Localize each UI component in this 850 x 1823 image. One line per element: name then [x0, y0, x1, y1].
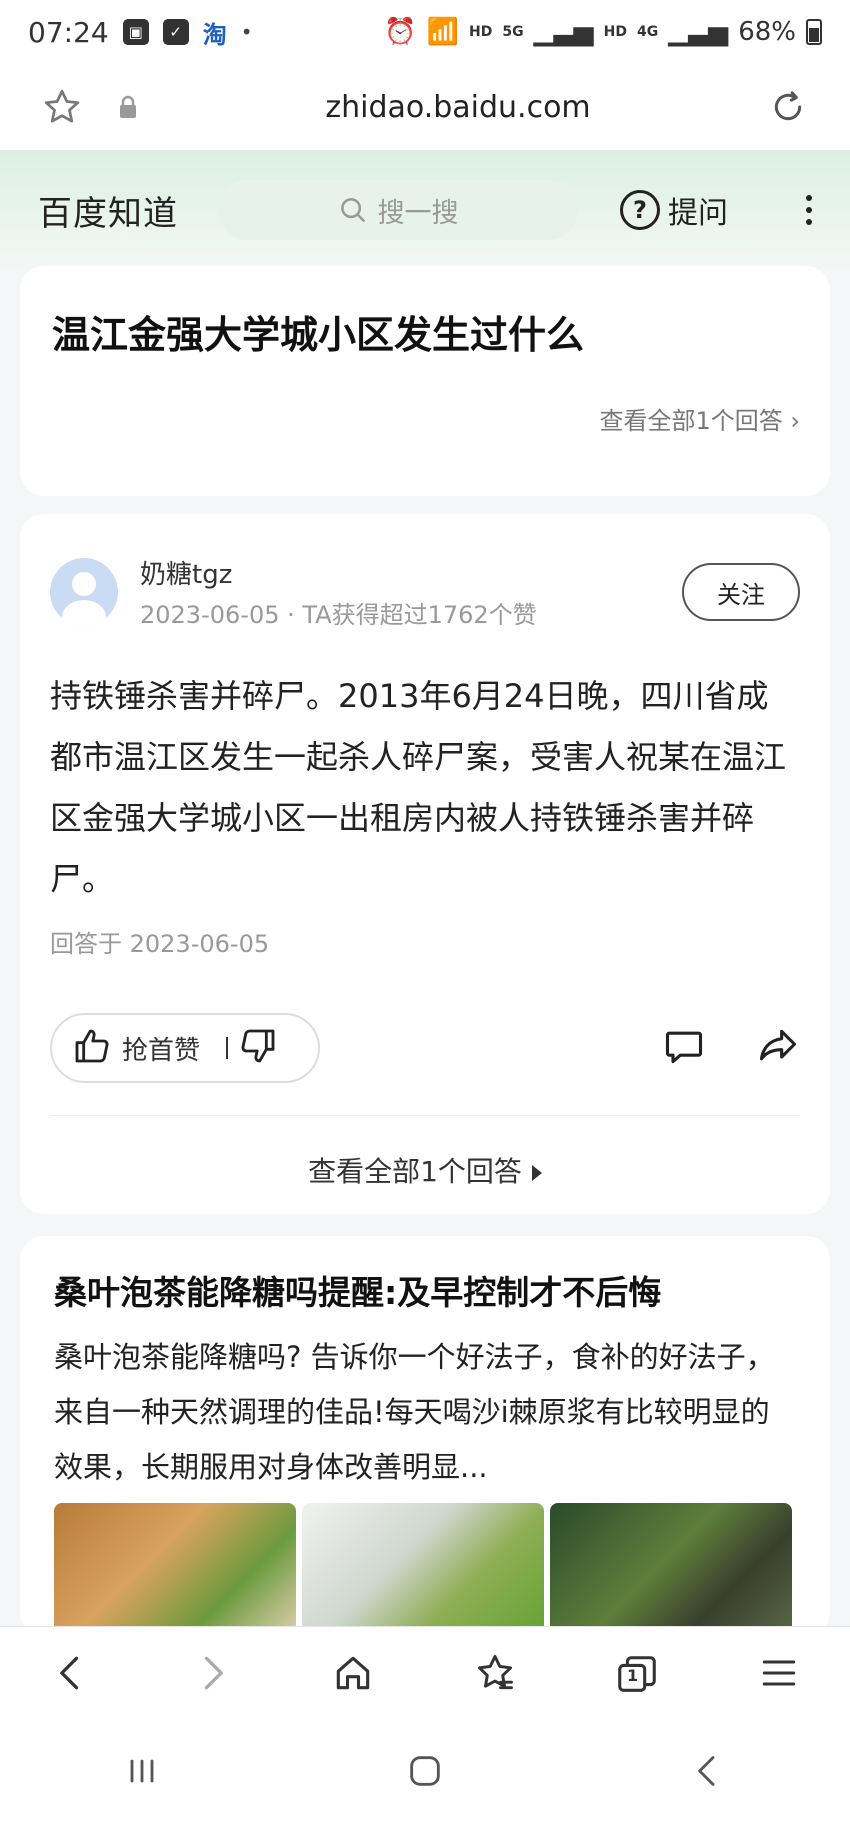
forward-button[interactable] [190, 1651, 234, 1699]
question-icon: ? [620, 190, 660, 230]
share-icon [759, 1029, 797, 1061]
battery-icon [806, 19, 822, 45]
view-all-label: 查看全部1个回答 [599, 407, 783, 435]
bookmark-star-button[interactable] [40, 85, 84, 129]
likes-note: TA获得超过1762个赞 [302, 601, 537, 629]
hd-label-1: HD [469, 24, 493, 40]
app-icon: ✓ [162, 19, 189, 45]
alarm-icon: ⏰ [384, 17, 417, 47]
thumbs-up-button[interactable] [72, 1026, 112, 1070]
ad-title[interactable]: 桑叶泡茶能降糖吗提醒:及早控制才不后悔 [54, 1266, 796, 1314]
author-name[interactable]: 奶糖tgz [140, 554, 537, 591]
avatar[interactable] [50, 558, 118, 626]
gallery-icon: ▣ [122, 19, 149, 45]
search-icon [340, 198, 365, 222]
back-button[interactable] [49, 1651, 93, 1699]
system-back-icon [698, 1755, 715, 1786]
star-icon [44, 89, 80, 123]
question-card: 温江金强大学城小区发生过什么 查看全部1个回答 › [20, 266, 830, 496]
back-arrow-icon [59, 1656, 78, 1689]
system-nav-bar [0, 1722, 850, 1823]
hd-label-2: HD [603, 24, 627, 40]
view-all-answers-button[interactable]: 查看全部1个回答 [50, 1150, 800, 1190]
wifi-icon: 📶 [426, 17, 460, 47]
thumbs-down-button[interactable] [238, 1026, 278, 1070]
menu-button[interactable] [757, 1651, 801, 1699]
signal-icon-2: ▁▃▅ [668, 17, 729, 47]
view-all-answers-label: 查看全部1个回答 [308, 1155, 522, 1188]
signal-icon-1: ▁▃▅ [533, 17, 594, 47]
status-right: ⏰ 📶 HD 5G ▁▃▅ HD 4G ▁▃▅ 68% [384, 17, 822, 47]
bookmarks-button[interactable] [473, 1651, 517, 1699]
forward-arrow-icon [204, 1656, 223, 1689]
thumbs-up-icon [75, 1029, 109, 1063]
ad-image-dried-leaves[interactable] [550, 1503, 792, 1636]
url-text[interactable]: zhidao.baidu.com [150, 90, 766, 125]
ad-image-teapot[interactable] [302, 1503, 544, 1636]
site-header: 百度知道 搜一搜 ? 提问 [0, 150, 850, 270]
site-logo[interactable]: 百度知道 [38, 186, 178, 235]
more-dot [806, 207, 812, 213]
first-like-label[interactable]: 抢首赞 [122, 1030, 200, 1067]
reload-button[interactable] [766, 85, 810, 129]
tabs-button[interactable]: 1 [614, 1652, 660, 1698]
share-button[interactable] [756, 1024, 800, 1072]
more-menu-button[interactable] [806, 195, 812, 225]
address-bar: zhidao.baidu.com [0, 64, 850, 150]
net-5g-label: 5G [502, 24, 524, 40]
more-dot [806, 219, 812, 225]
lock-icon[interactable] [106, 85, 150, 129]
recent-apps-button[interactable] [122, 1751, 162, 1795]
author-info: 奶糖tgz 2023-06-05 · TA获得超过1762个赞 [140, 554, 537, 630]
search-input[interactable]: 搜一搜 [218, 180, 578, 240]
net-4g-label: 4G [636, 24, 659, 40]
system-home-button[interactable] [405, 1751, 445, 1795]
system-home-icon [410, 1755, 440, 1786]
ad-card[interactable]: 桑叶泡茶能降糖吗提醒:及早控制才不后悔 桑叶泡茶能降糖吗? 告诉你一个好法子，食… [20, 1236, 830, 1636]
answer-card: 奶糖tgz 2023-06-05 · TA获得超过1762个赞 关注 持铁锤杀害… [20, 514, 830, 1214]
chevron-right-icon: › [790, 407, 800, 435]
hamburger-menu-icon [763, 1659, 796, 1686]
ask-button[interactable]: ? 提问 [620, 188, 728, 232]
home-button[interactable] [331, 1651, 375, 1699]
home-icon [337, 1656, 370, 1689]
author-meta: 2023-06-05 · TA获得超过1762个赞 [140, 595, 537, 630]
notification-dot: • [240, 20, 253, 44]
divider [50, 1115, 800, 1116]
view-all-answers-link[interactable]: 查看全部1个回答 › [599, 401, 800, 436]
answer-date: 2023-06-05 [140, 601, 280, 629]
ad-image-tea-glass[interactable] [54, 1503, 296, 1636]
answer-body: 持铁锤杀害并碎尸。2013年6月24日晚，四川省成都市温江区发生一起杀人碎尸案，… [50, 677, 787, 898]
search-placeholder: 搜一搜 [377, 197, 459, 229]
battery-percent: 68% [738, 17, 796, 47]
system-back-button[interactable] [688, 1751, 728, 1795]
answer-actions-right [662, 1024, 800, 1072]
status-time: 07:24 [28, 15, 109, 49]
status-bar: 07:24 ▣ ✓ 淘 • ⏰ 📶 HD 5G ▁▃▅ HD 4G ▁▃▅ 68… [0, 0, 850, 64]
question-title: 温江金强大学城小区发生过什么 [52, 313, 585, 357]
ad-description: 桑叶泡茶能降糖吗? 告诉你一个好法子，食补的好法子，来自一种天然调理的佳品!每天… [54, 1340, 775, 1484]
bookmarks-star-icon [477, 1654, 513, 1689]
vote-pill: 抢首赞 [50, 1013, 320, 1083]
triangle-right-icon [531, 1165, 542, 1181]
comment-icon [665, 1031, 703, 1064]
answered-at: 回答于 2023-06-05 [50, 930, 270, 958]
answer-actions: 抢首赞 [50, 1013, 800, 1083]
meta-separator: · [287, 601, 295, 629]
follow-button[interactable]: 关注 [682, 563, 800, 621]
ad-images [54, 1503, 796, 1636]
answer-header: 奶糖tgz 2023-06-05 · TA获得超过1762个赞 关注 [50, 554, 800, 630]
more-dot [806, 195, 812, 201]
taobao-icon: 淘 [202, 20, 227, 49]
reload-icon [774, 91, 802, 121]
tabs-count: 1 [626, 1665, 639, 1685]
status-left: 07:24 ▣ ✓ 淘 • [28, 15, 253, 50]
vote-separator [226, 1037, 229, 1059]
comment-button[interactable] [662, 1024, 706, 1072]
thumbs-down-icon [241, 1029, 275, 1063]
ask-label: 提问 [668, 196, 728, 231]
browser-nav-bar: 1 [0, 1626, 850, 1722]
recent-apps-icon [130, 1759, 154, 1782]
